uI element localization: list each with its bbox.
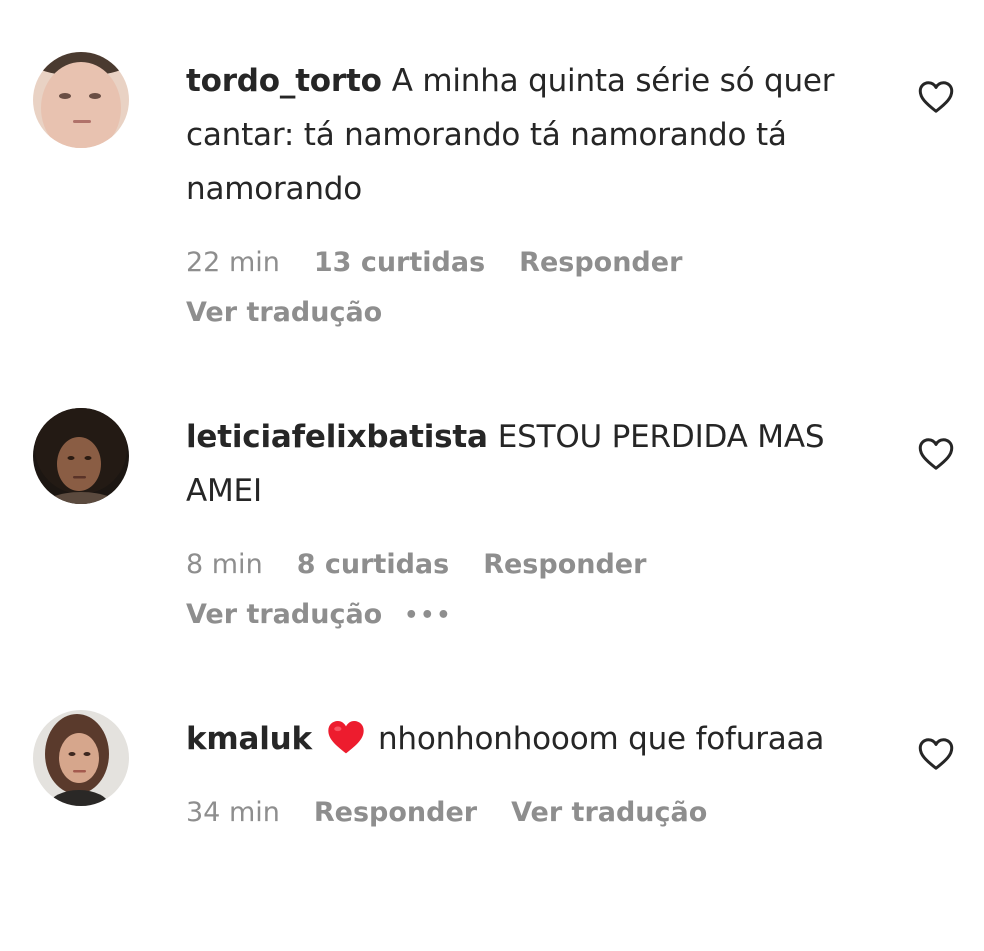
heart-outline-icon: [918, 81, 954, 113]
red-heart-emoji-icon: [328, 720, 364, 754]
like-button[interactable]: [918, 80, 954, 114]
timestamp[interactable]: 8 min: [186, 540, 263, 590]
comment-body: nhonhonhooom que fofuraaa: [377, 721, 825, 757]
username[interactable]: leticiafelixbatista: [186, 419, 488, 455]
username[interactable]: kmaluk: [186, 721, 312, 757]
avatar-face-icon: [33, 408, 129, 504]
translate-button[interactable]: Ver tradução: [186, 590, 382, 640]
reply-button[interactable]: Responder: [483, 540, 646, 590]
avatar[interactable]: [33, 408, 129, 504]
like-button[interactable]: [918, 737, 954, 771]
heart-outline-icon: [918, 738, 954, 770]
comment-meta: 8 min 8 curtidas Responder Ver tradução •••: [186, 540, 886, 641]
comment-text: tordo_torto A minha quinta série só quer …: [186, 54, 886, 216]
translate-button[interactable]: Ver tradução: [186, 288, 382, 338]
avatar-face-icon: [33, 710, 129, 806]
avatar[interactable]: [33, 710, 129, 806]
comment-text: leticiafelixbatista ESTOU PERDIDA MAS AME…: [186, 410, 886, 518]
likes-count[interactable]: 13 curtidas: [314, 238, 485, 288]
heart-outline-icon: [918, 438, 954, 470]
username[interactable]: tordo_torto: [186, 63, 382, 99]
translate-button[interactable]: Ver tradução: [511, 788, 707, 838]
avatar-face-icon: [33, 52, 129, 148]
likes-count[interactable]: 8 curtidas: [297, 540, 450, 590]
avatar[interactable]: [33, 52, 129, 148]
timestamp[interactable]: 34 min: [186, 788, 280, 838]
reply-button[interactable]: Responder: [519, 238, 682, 288]
reply-button[interactable]: Responder: [314, 788, 477, 838]
comment-meta: 34 min Responder Ver tradução: [186, 788, 886, 838]
comment-meta: 22 min 13 curtidas Responder Ver tradução: [186, 238, 886, 338]
timestamp[interactable]: 22 min: [186, 238, 280, 288]
like-button[interactable]: [918, 437, 954, 471]
comment-text: kmaluk nhonhonhooom que fofuraaa: [186, 712, 886, 766]
more-options-button[interactable]: •••: [404, 591, 452, 641]
